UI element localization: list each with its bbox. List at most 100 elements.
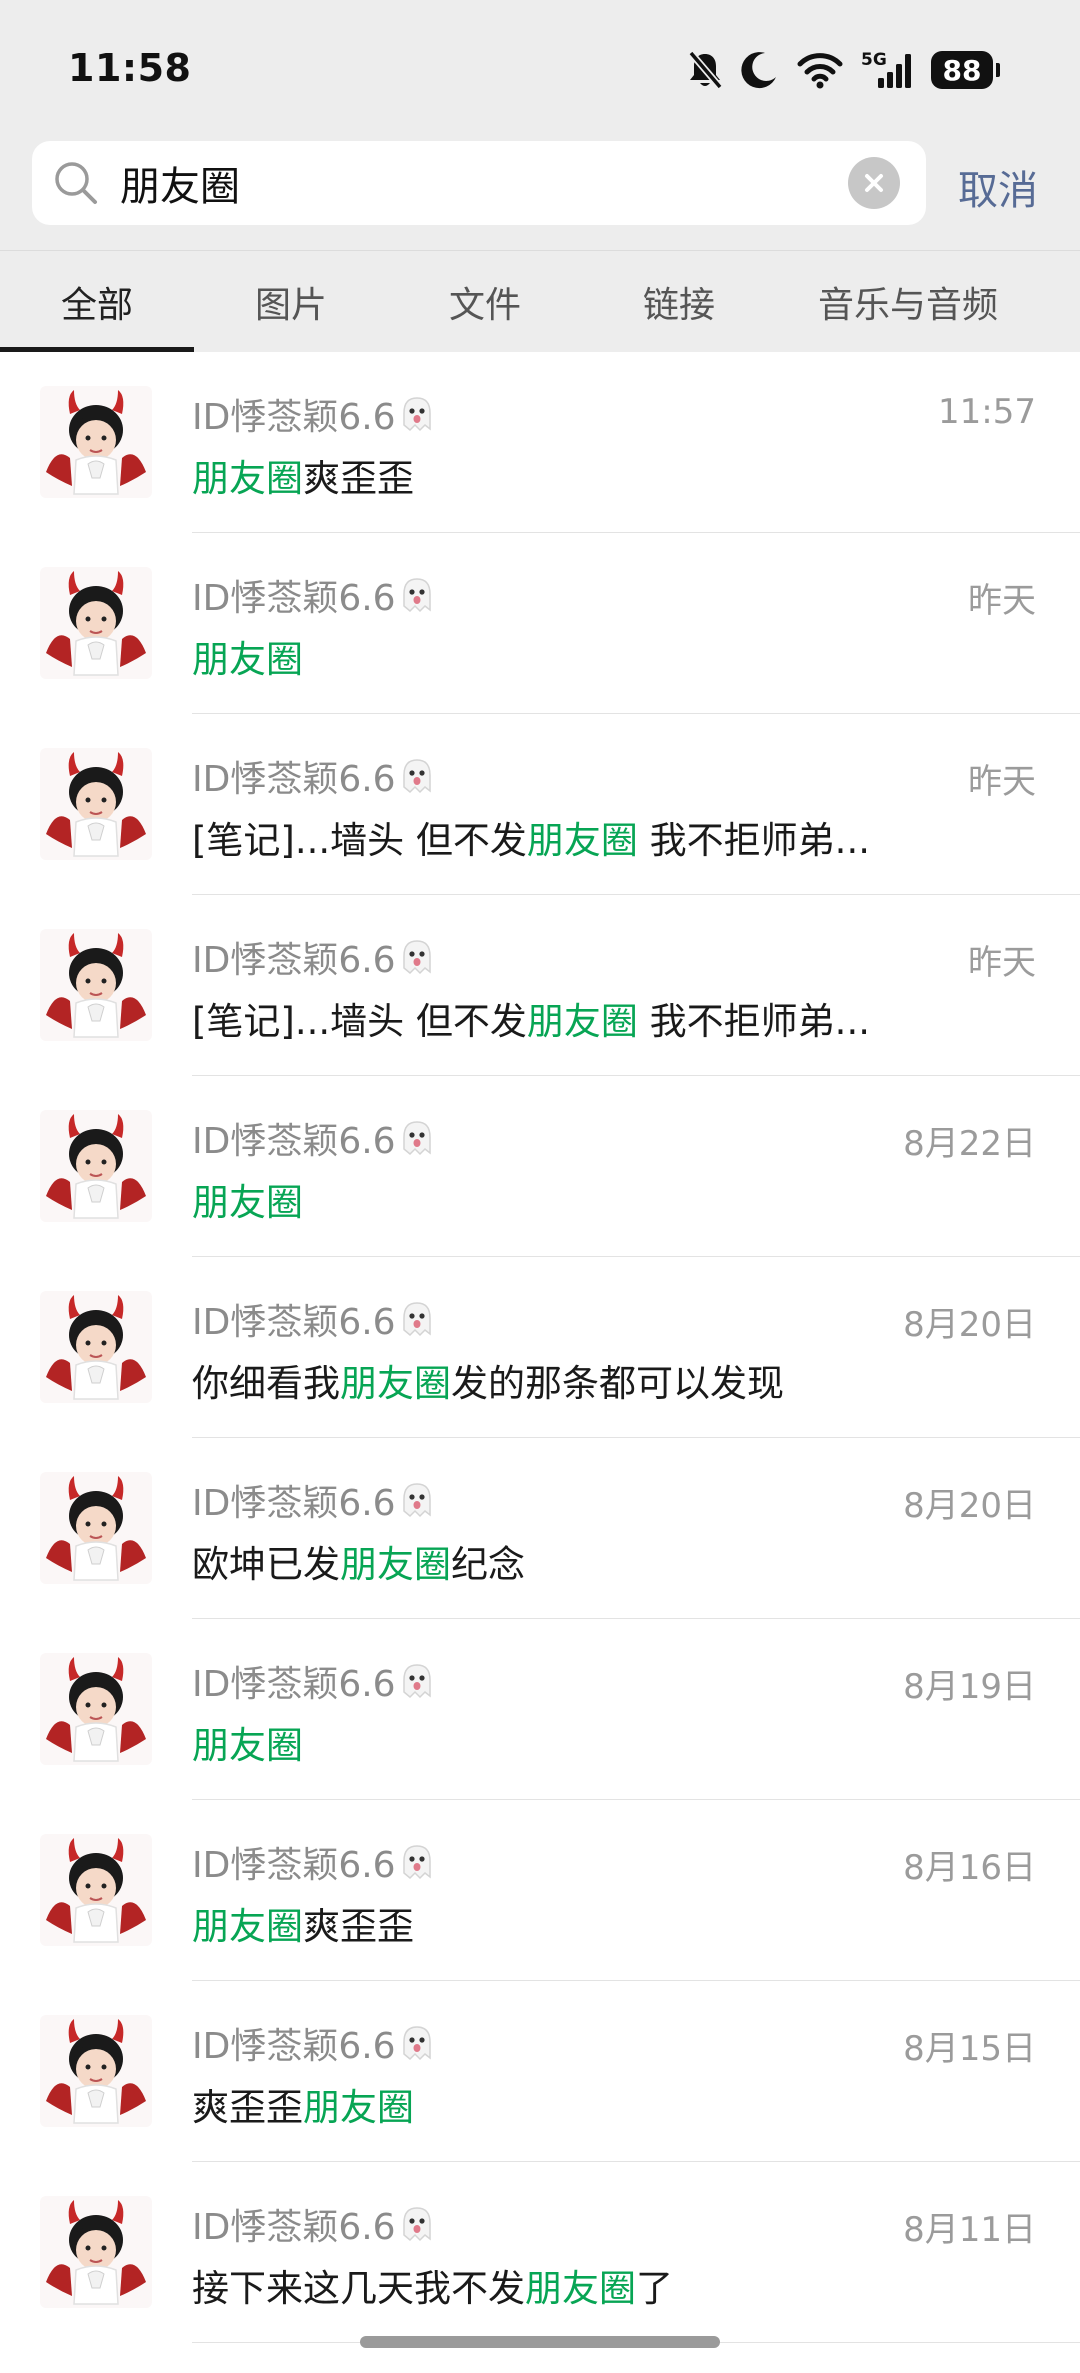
result-row[interactable]: ID悸菍颖6.6 8月20日 欧坤已发朋友圈纪念 (0, 1438, 1080, 1619)
message-date: 8月20日 (903, 1486, 1036, 1526)
message-snippet: 朋友圈 (192, 629, 303, 683)
contact-name: ID悸菍颖6.6 (192, 1836, 434, 1888)
tab-music-audio[interactable]: 音乐与音频 (776, 251, 1040, 353)
keyword-highlight: 朋友圈 (526, 1000, 638, 1043)
contact-name: ID悸菍颖6.6 (192, 1112, 434, 1164)
keyword-highlight: 朋友圈 (340, 1543, 451, 1586)
snippet-text: 你细看我 (192, 1362, 340, 1405)
keyword-highlight: 朋友圈 (526, 819, 638, 862)
keyword-highlight: 朋友圈 (303, 2086, 414, 2129)
close-icon (865, 174, 883, 192)
message-snippet: [笔记]...墙头 但不发朋友圈 我不拒师弟... (192, 810, 870, 864)
keyword-highlight: 朋友圈 (192, 457, 303, 500)
ghost-icon (402, 397, 431, 432)
snippet-text: 爽歪歪 (303, 1905, 414, 1948)
result-row[interactable]: ID悸菍颖6.6 昨天 朋友圈 (0, 533, 1080, 714)
result-row[interactable]: ID悸菍颖6.6 8月16日 朋友圈爽歪歪 (0, 1800, 1080, 1981)
message-snippet: 欧坤已发朋友圈纪念 (192, 1534, 525, 1588)
ghost-icon (402, 1302, 431, 1337)
ghost-icon (402, 578, 431, 613)
snippet-text: 爽歪歪 (192, 2086, 303, 2129)
message-date: 11:57 (938, 392, 1036, 432)
avatar (40, 2196, 152, 2308)
keyword-highlight: 朋友圈 (192, 1905, 303, 1948)
header-area: 11:58 5G 88 朋友圈 取消 全部 图片 文件 链接 音乐与音频 (0, 0, 1080, 352)
result-row[interactable]: ID悸菍颖6.6 8月15日 爽歪歪朋友圈 (0, 1981, 1080, 2162)
search-input[interactable] (120, 141, 840, 225)
message-date: 8月16日 (903, 1848, 1036, 1888)
message-snippet: 你细看我朋友圈发的那条都可以发现 (192, 1353, 784, 1407)
bell-muted-icon (688, 50, 723, 90)
ghost-icon (402, 1121, 431, 1156)
contact-name: ID悸菍颖6.6 (192, 1474, 434, 1526)
message-date: 8月19日 (903, 1667, 1036, 1707)
contact-name: ID悸菍颖6.6 (192, 1293, 434, 1345)
tab-images[interactable]: 图片 (194, 251, 388, 353)
avatar (40, 929, 152, 1041)
keyword-highlight: 朋友圈 (192, 1181, 303, 1224)
message-snippet: [笔记]...墙头 但不发朋友圈 我不拒师弟... (192, 991, 870, 1045)
contact-name: ID悸菍颖6.6 (192, 569, 434, 621)
result-row[interactable]: ID悸菍颖6.6 昨天 [笔记]...墙头 但不发朋友圈 我不拒师弟... (0, 895, 1080, 1076)
battery-level: 88 (931, 51, 993, 89)
tab-all[interactable]: 全部 (0, 251, 194, 353)
avatar (40, 1472, 152, 1584)
message-snippet: 接下来这几天我不发朋友圈了 (192, 2258, 673, 2312)
avatar (40, 1834, 152, 1946)
contact-name: ID悸菍颖6.6 (192, 1655, 434, 1707)
cancel-button[interactable]: 取消 (958, 158, 1038, 216)
snippet-text: 我不拒师弟... (637, 1000, 870, 1043)
result-row[interactable]: ID悸菍颖6.6 11:57 朋友圈爽歪歪 (0, 352, 1080, 533)
tab-links[interactable]: 链接 (582, 251, 776, 353)
cellular-signal-icon: 5G (861, 48, 913, 92)
keyword-highlight: 朋友圈 (525, 2267, 636, 2310)
contact-name: ID悸菍颖6.6 (192, 750, 434, 802)
filter-tabs: 全部 图片 文件 链接 音乐与音频 (0, 250, 1080, 352)
search-results-list: ID悸菍颖6.6 11:57 朋友圈爽歪歪 ID悸菍颖6.6 昨天 朋友圈 ID… (0, 352, 1080, 2343)
avatar (40, 2015, 152, 2127)
message-date: 8月15日 (903, 2029, 1036, 2069)
clear-search-button[interactable] (848, 157, 900, 209)
message-date: 昨天 (968, 762, 1036, 802)
keyword-highlight: 朋友圈 (192, 638, 303, 681)
snippet-text: [笔记]...墙头 但不发 (192, 1000, 527, 1043)
ghost-icon (402, 1483, 431, 1518)
search-box[interactable] (32, 141, 926, 225)
message-snippet: 朋友圈爽歪歪 (192, 1896, 414, 1950)
result-row[interactable]: ID悸菍颖6.6 8月20日 你细看我朋友圈发的那条都可以发现 (0, 1257, 1080, 1438)
result-row[interactable]: ID悸菍颖6.6 8月11日 接下来这几天我不发朋友圈了 (0, 2162, 1080, 2343)
contact-name: ID悸菍颖6.6 (192, 2198, 434, 2250)
search-icon (55, 162, 97, 204)
message-date: 8月20日 (903, 1305, 1036, 1345)
snippet-text: 接下来这几天我不发 (192, 2267, 525, 2310)
tab-files[interactable]: 文件 (388, 251, 582, 353)
snippet-text: 我不拒师弟... (637, 819, 870, 862)
ghost-icon (402, 1845, 431, 1880)
message-snippet: 爽歪歪朋友圈 (192, 2077, 414, 2131)
result-row[interactable]: ID悸菍颖6.6 8月19日 朋友圈 (0, 1619, 1080, 1800)
message-snippet: 朋友圈爽歪歪 (192, 448, 414, 502)
keyword-highlight: 朋友圈 (192, 1724, 303, 1767)
wifi-icon (797, 53, 843, 89)
avatar (40, 1110, 152, 1222)
result-row[interactable]: ID悸菍颖6.6 昨天 [笔记]...墙头 但不发朋友圈 我不拒师弟... (0, 714, 1080, 895)
avatar (40, 1291, 152, 1403)
moon-icon (741, 52, 776, 89)
snippet-text: 纪念 (451, 1543, 525, 1586)
ghost-icon (402, 2026, 431, 2061)
message-snippet: 朋友圈 (192, 1715, 303, 1769)
keyword-highlight: 朋友圈 (340, 1362, 451, 1405)
contact-name: ID悸菍颖6.6 (192, 388, 434, 440)
message-snippet: 朋友圈 (192, 1172, 303, 1226)
home-indicator[interactable] (360, 2336, 720, 2348)
result-row[interactable]: ID悸菍颖6.6 8月22日 朋友圈 (0, 1076, 1080, 1257)
ghost-icon (402, 759, 431, 794)
contact-name: ID悸菍颖6.6 (192, 931, 434, 983)
status-icons: 5G 88 (687, 48, 1000, 92)
avatar (40, 386, 152, 498)
snippet-text: 爽歪歪 (303, 457, 414, 500)
message-date: 昨天 (968, 581, 1036, 621)
ghost-icon (402, 940, 431, 975)
snippet-text: 欧坤已发 (192, 1543, 340, 1586)
snippet-text: 了 (636, 2267, 673, 2310)
